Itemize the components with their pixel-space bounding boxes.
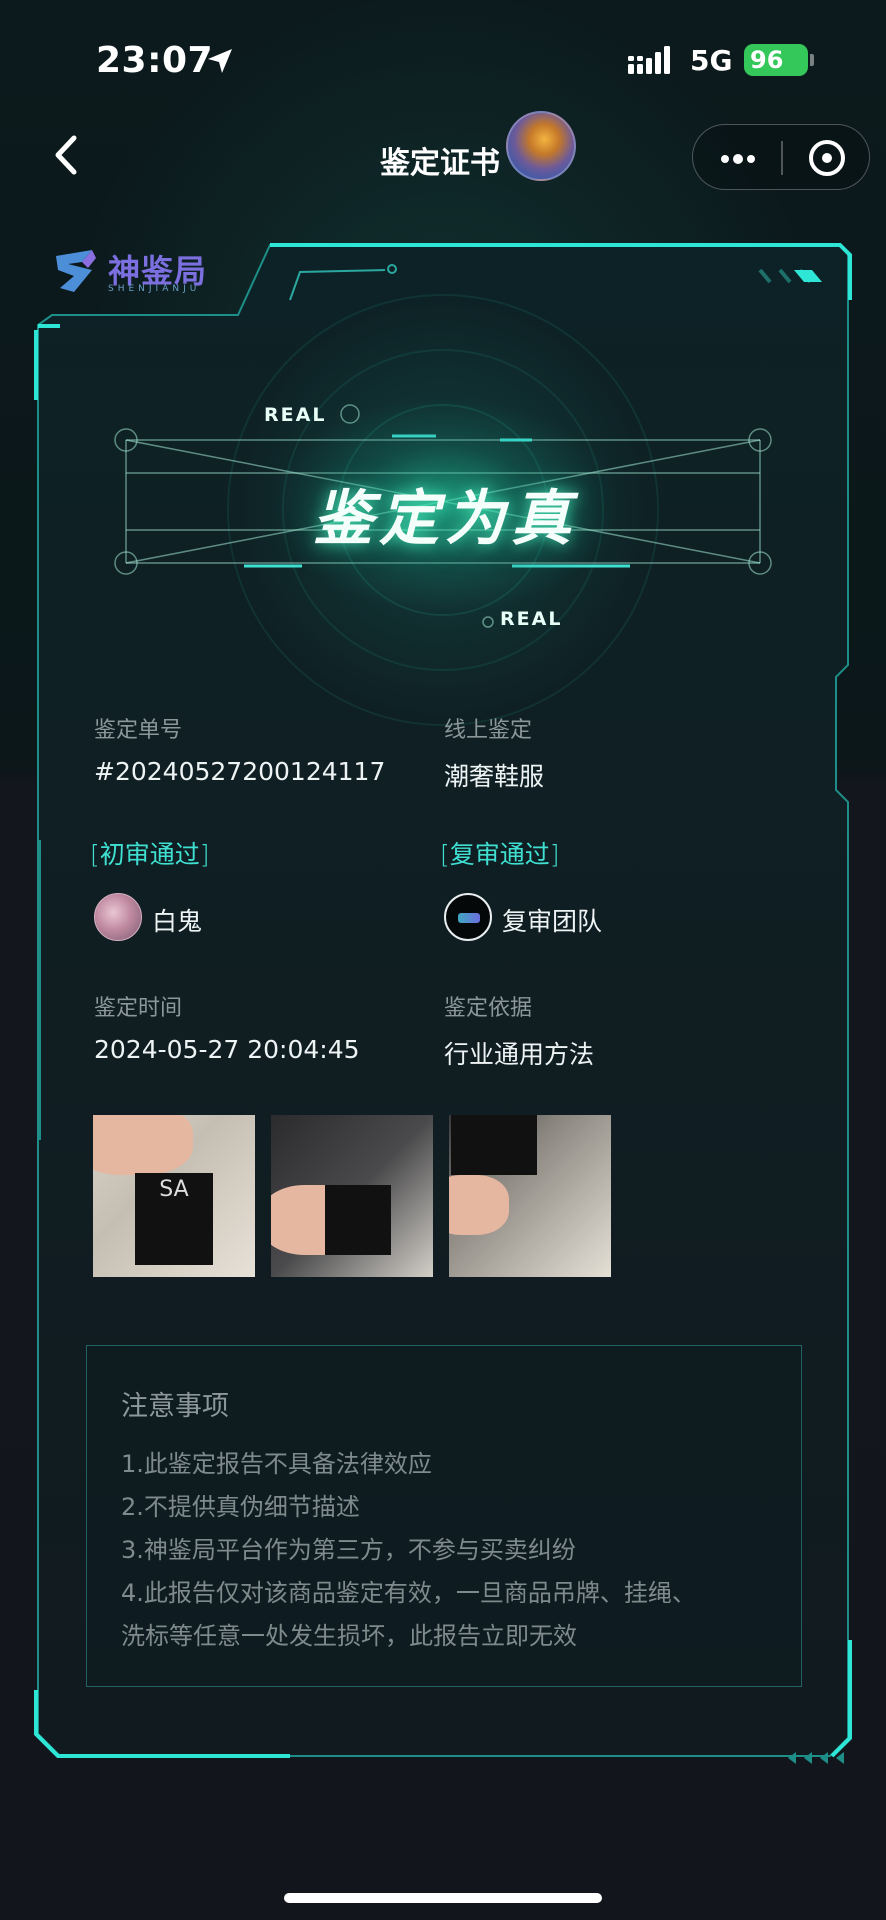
photo-hand: [93, 1115, 193, 1175]
battery-level: 96: [750, 46, 784, 74]
notice-line: 4.此报告仅对该商品鉴定有效，一旦商品吊牌、挂绳、: [121, 1579, 696, 1607]
more-dot-icon: [733, 154, 743, 164]
notice-line: 3.神鉴局平台作为第三方，不参与买卖纠纷: [121, 1536, 576, 1564]
appraisal-type-label: 线上鉴定: [444, 718, 533, 743]
appraisal-basis-value: 行业通用方法: [444, 1040, 595, 1069]
appraisal-time-value: 2024-05-27 20:04:45: [94, 1035, 360, 1064]
notice-panel: 注意事项 1.此鉴定报告不具备法律效应 2.不提供真伪细节描述 3.神鉴局平台作…: [86, 1345, 802, 1687]
notice-title: 注意事项: [121, 1391, 229, 1422]
second-review-label: 复审通过: [449, 840, 550, 869]
real-tag-bottom: REAL: [500, 608, 563, 630]
bracket-right-icon: ]: [199, 840, 210, 869]
first-review-badge: [初审通过]: [90, 835, 210, 871]
photo-hand: [449, 1175, 509, 1235]
team-logo-icon: [458, 913, 480, 923]
close-mini-program-button[interactable]: [783, 125, 871, 191]
battery-tip: [810, 54, 814, 66]
appraisal-basis-label: 鉴定依据: [444, 996, 533, 1021]
mini-program-capsule: [692, 124, 870, 190]
bracket-right-icon: ]: [549, 840, 560, 869]
more-dot-icon: [747, 155, 755, 163]
bracket-left-icon: [: [440, 840, 450, 869]
home-indicator[interactable]: [284, 1893, 602, 1903]
evidence-photo[interactable]: [449, 1115, 611, 1277]
second-reviewer-name: 复审团队: [502, 907, 603, 936]
signal-icon: [628, 46, 670, 74]
notice-line: 2.不提供真伪细节描述: [121, 1493, 360, 1521]
target-dot: [822, 153, 832, 163]
second-review-badge: [复审通过]: [440, 835, 560, 871]
location-arrow-icon: [208, 49, 232, 73]
brand-subtitle: SHENJIANJU: [108, 284, 201, 294]
status-bar: 23:07 5G 96: [0, 0, 886, 120]
target-icon: [809, 140, 845, 176]
evidence-photo[interactable]: [271, 1115, 433, 1277]
team-avatar: [444, 893, 492, 941]
order-number-label: 鉴定单号: [94, 718, 183, 743]
back-chevron-icon[interactable]: [46, 130, 86, 180]
notice-line: 1.此鉴定报告不具备法律效应: [121, 1450, 432, 1478]
more-button[interactable]: [693, 125, 781, 191]
status-time: 23:07: [96, 40, 214, 81]
photo-label-tag: SA: [135, 1173, 213, 1265]
notice-line: 洗标等任意一处发生损坏，此报告立即无效: [121, 1622, 577, 1650]
bracket-left-icon: [: [90, 840, 100, 869]
first-review-label: 初审通过: [99, 840, 200, 869]
appraisal-type-value: 潮奢鞋服: [444, 762, 545, 791]
order-number-value: #20240527200124117: [94, 757, 386, 786]
battery-indicator: 96: [744, 44, 808, 76]
brand-shield-icon: [56, 250, 96, 292]
page-title: 鉴定证书: [380, 146, 500, 181]
photo-label-tag: [325, 1185, 391, 1255]
reviewer-avatar: [94, 893, 142, 941]
verdict-hero: REAL 鉴定为真 REAL: [110, 390, 780, 640]
appraisal-time-label: 鉴定时间: [94, 996, 183, 1021]
photo-label-tag: [451, 1115, 537, 1175]
more-dot-icon: [721, 155, 729, 163]
network-label: 5G: [690, 44, 733, 77]
first-reviewer-name: 白鬼: [152, 907, 203, 936]
evidence-photo[interactable]: SA: [93, 1115, 255, 1277]
app-avatar[interactable]: [506, 111, 576, 181]
real-tag-top: REAL: [264, 404, 327, 426]
verdict-title: 鉴定为真: [313, 484, 577, 554]
